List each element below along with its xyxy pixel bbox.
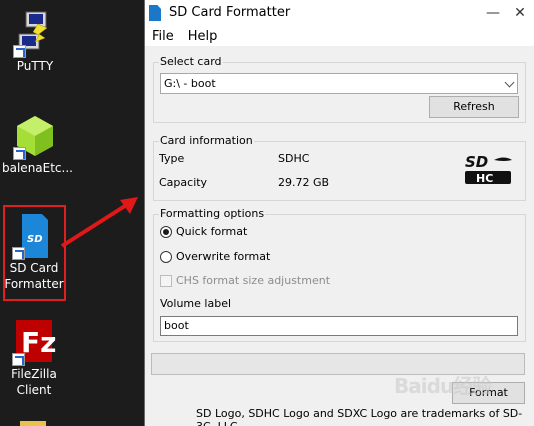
annotation-arrow-icon bbox=[60, 197, 138, 248]
desktop-icon-balenaetcher[interactable]: balenaEtc... bbox=[2, 112, 73, 176]
desktop-icon-label: balenaEtc... bbox=[2, 161, 73, 175]
capacity-value: 29.72 GB bbox=[278, 176, 330, 189]
desktop-icon-label: Client bbox=[16, 383, 52, 397]
close-button[interactable]: ✕ bbox=[505, 0, 534, 26]
svg-text:HC: HC bbox=[476, 172, 493, 185]
shortcut-arrow-icon bbox=[13, 147, 26, 160]
watermark: Baidu经验 bbox=[394, 374, 492, 398]
svg-text:Fz: Fz bbox=[21, 326, 56, 359]
refresh-button[interactable]: Refresh bbox=[429, 96, 519, 118]
capacity-label: Capacity bbox=[159, 176, 208, 189]
chs-adjustment-checkbox[interactable]: CHS format size adjustment bbox=[160, 274, 330, 287]
desktop-icon-label: FileZilla bbox=[11, 367, 57, 381]
app-sd-icon bbox=[149, 5, 161, 21]
quick-format-radio[interactable]: Quick format bbox=[160, 225, 247, 238]
sd-card-icon: SD bbox=[10, 212, 58, 260]
group-title: Formatting options bbox=[159, 207, 266, 220]
card-information-group: Card information Type SDHC Capacity 29.7… bbox=[153, 134, 526, 201]
desktop-icon-filezilla[interactable]: Fz FileZilla Client bbox=[1, 318, 67, 398]
title-bar[interactable]: SD Card Formatter — ✕ bbox=[145, 0, 534, 26]
type-value: SDHC bbox=[278, 152, 310, 165]
overwrite-format-radio[interactable]: Overwrite format bbox=[160, 250, 270, 263]
trademark-footer: SD Logo, SDHC Logo and SDXC Logo are tra… bbox=[196, 407, 523, 426]
svg-text:SD: SD bbox=[27, 234, 43, 245]
shortcut-arrow-icon bbox=[12, 247, 25, 260]
group-title: Card information bbox=[159, 134, 254, 147]
volume-label-input[interactable]: boot bbox=[160, 316, 518, 336]
sdhc-logo-icon: SD HC bbox=[465, 153, 512, 185]
menu-bar: File Help bbox=[145, 26, 534, 46]
putty-icon bbox=[11, 8, 59, 58]
desktop-icon-label: Formatter bbox=[4, 277, 64, 291]
radio-selected-icon bbox=[160, 225, 172, 238]
menu-help[interactable]: Help bbox=[181, 29, 225, 44]
card-select-dropdown[interactable]: G:\ - boot bbox=[160, 73, 518, 94]
volume-label-caption: Volume label bbox=[160, 297, 232, 310]
chs-adjustment-label: CHS format size adjustment bbox=[176, 274, 331, 287]
volume-label-value: boot bbox=[164, 319, 189, 332]
quick-format-label: Quick format bbox=[176, 225, 248, 238]
desktop-icon-label: SD Card bbox=[9, 261, 59, 275]
svg-text:SD: SD bbox=[465, 153, 488, 171]
selected-card: G:\ - boot bbox=[164, 77, 216, 90]
desktop-icon-partial bbox=[20, 421, 46, 426]
radio-unselected-icon bbox=[160, 250, 172, 263]
filezilla-icon: Fz bbox=[10, 318, 58, 366]
formatting-options-group: Formatting options Quick format Overwrit… bbox=[153, 207, 526, 342]
minimize-button[interactable]: — bbox=[478, 0, 508, 26]
sd-card-formatter-window: SD Card Formatter — ✕ File Help Select c… bbox=[144, 0, 534, 426]
shortcut-arrow-icon bbox=[13, 45, 26, 58]
type-label: Type bbox=[159, 152, 185, 165]
balenaetcher-icon bbox=[11, 112, 59, 160]
menu-file[interactable]: File bbox=[145, 29, 181, 44]
shortcut-arrow-icon bbox=[12, 353, 25, 366]
select-card-group: Select card G:\ - boot Refresh bbox=[153, 55, 526, 123]
checkbox-icon bbox=[160, 274, 172, 287]
desktop-icon-label: PuTTY bbox=[16, 59, 54, 73]
window-title: SD Card Formatter bbox=[169, 5, 291, 20]
overwrite-format-label: Overwrite format bbox=[176, 250, 271, 263]
group-title: Select card bbox=[159, 55, 223, 68]
desktop-icon-putty[interactable]: PuTTY bbox=[2, 8, 68, 74]
chevron-down-icon bbox=[504, 77, 515, 88]
